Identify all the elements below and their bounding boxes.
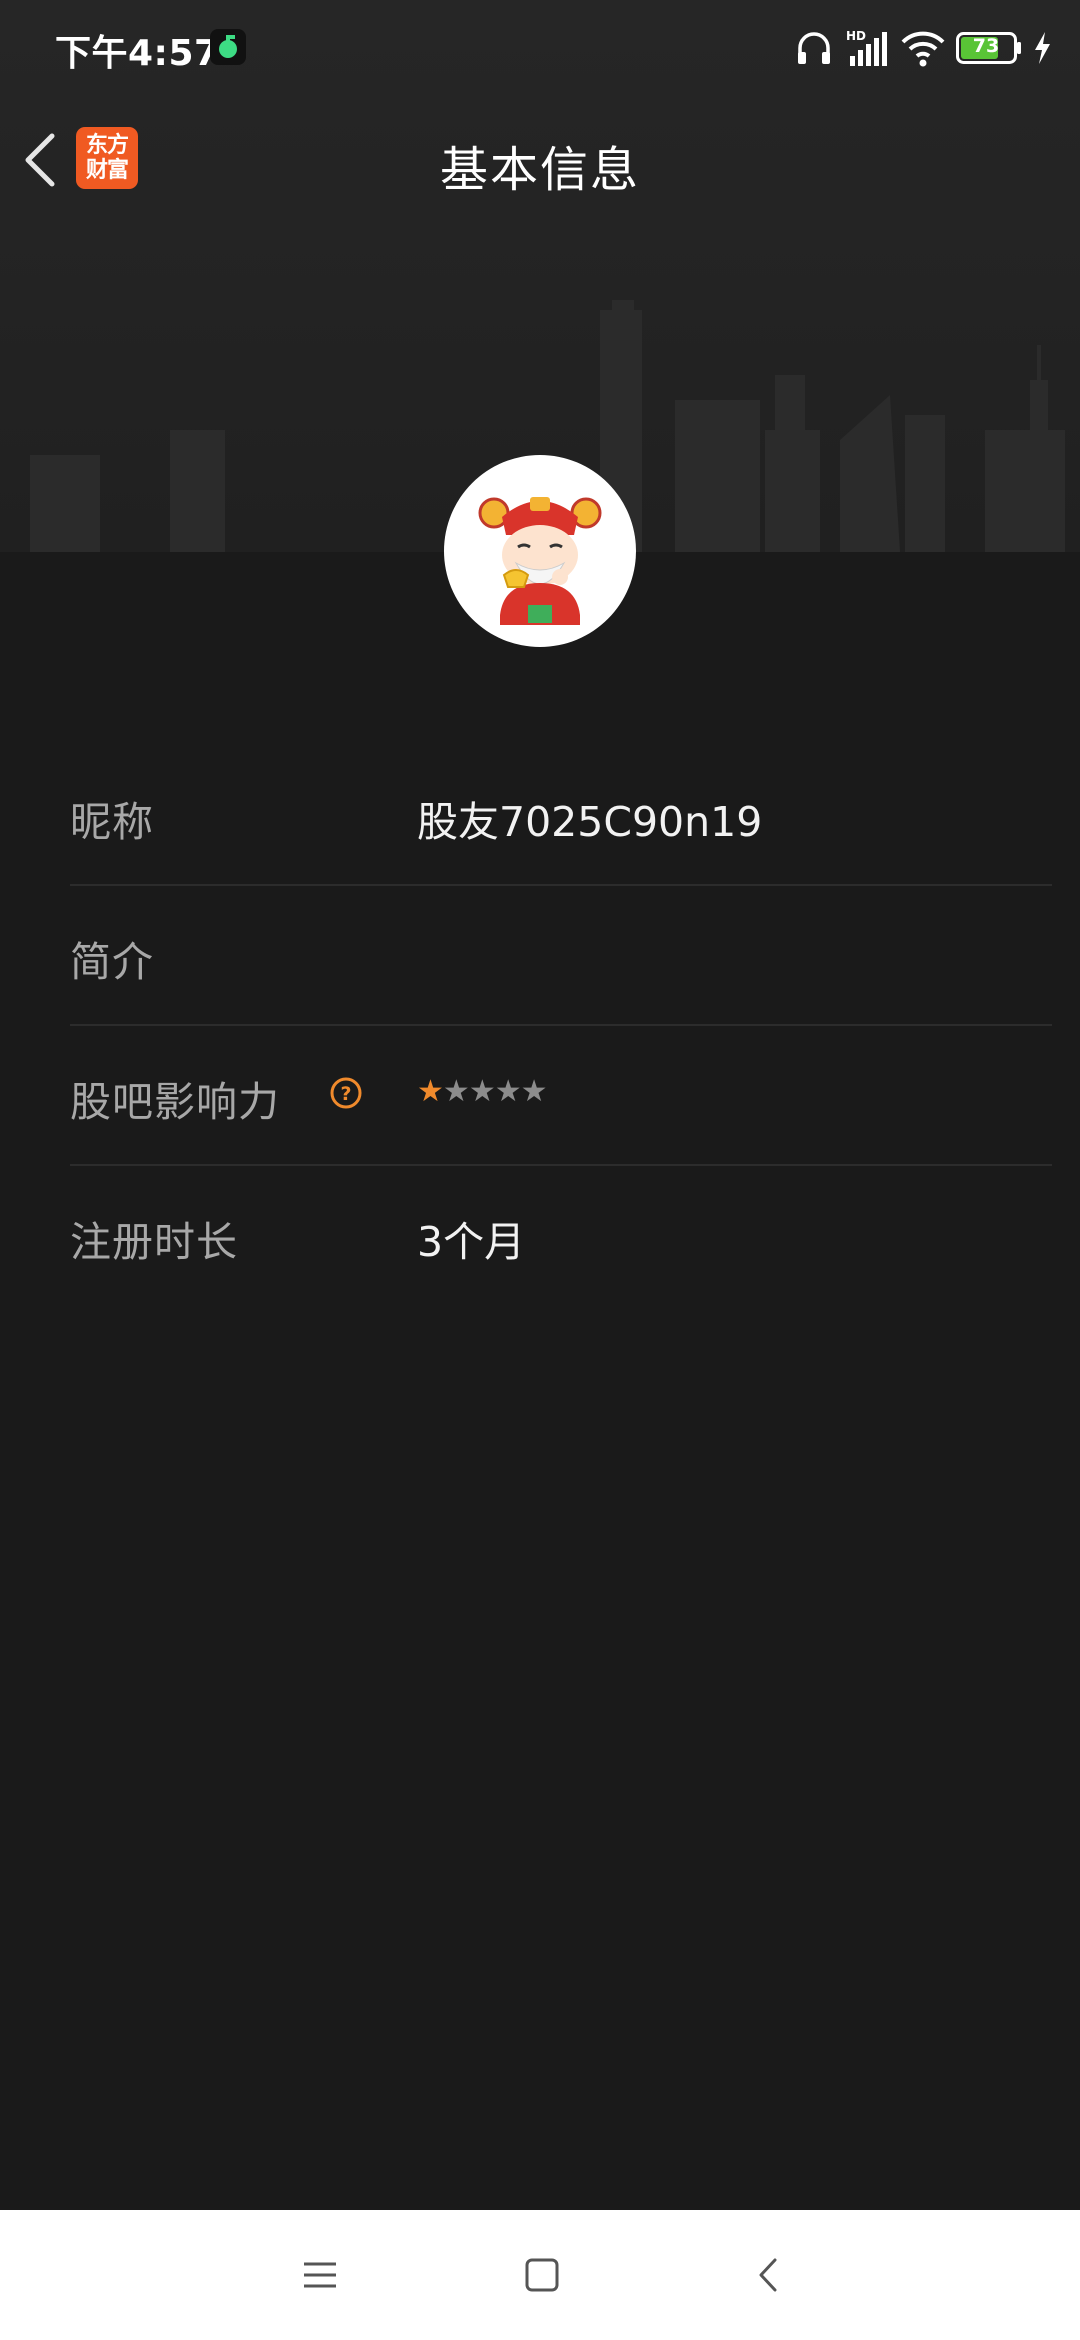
bio-row[interactable]: 简介: [70, 886, 1052, 1026]
nickname-row[interactable]: 昵称 股友7025C90n19: [70, 746, 1052, 886]
svg-text:HD: HD: [846, 29, 866, 43]
signal-icon: HD: [846, 29, 887, 66]
charging-icon: [1035, 32, 1050, 64]
profile-info-list: 昵称 股友7025C90n19 简介 股吧影响力 ? ★★★★★ 注册时长 3个…: [70, 746, 1052, 1304]
registration-row: 注册时长 3个月: [70, 1166, 1052, 1304]
avatar-image: [478, 497, 602, 625]
status-icons: HD 73: [794, 26, 1052, 70]
app-notification-icon: [210, 29, 246, 65]
star-empty-icon: ★: [468, 1074, 496, 1109]
battery-icon: 73: [956, 32, 1022, 64]
back-nav-icon[interactable]: [745, 2250, 795, 2300]
registration-label: 注册时长: [70, 1218, 238, 1266]
menu-icon[interactable]: [295, 2250, 345, 2300]
star-empty-icon: ★: [442, 1074, 470, 1109]
home-icon[interactable]: [517, 2250, 567, 2300]
nav-bar: 东方财富 基本信息: [0, 110, 1080, 210]
status-time: 下午4:57: [55, 33, 220, 74]
nickname-label: 昵称: [70, 798, 154, 846]
system-nav-bar: [0, 2210, 1080, 2340]
status-bar: 下午4:57 HD 73: [0, 0, 1080, 96]
help-icon[interactable]: ?: [329, 1076, 363, 1110]
headphones-icon: [798, 32, 830, 64]
wifi-icon: [901, 31, 945, 67]
influence-label: 股吧影响力: [70, 1078, 280, 1126]
nickname-value: 股友7025C90n19: [417, 798, 763, 846]
page-title: 基本信息: [439, 142, 640, 198]
battery-level: 73: [972, 35, 1000, 57]
avatar[interactable]: [444, 455, 636, 647]
influence-row: 股吧影响力 ? ★★★★★: [70, 1026, 1052, 1166]
star-empty-icon: ★: [520, 1074, 548, 1109]
star-empty-icon: ★: [494, 1074, 522, 1109]
influence-rating: ★★★★★: [417, 1074, 548, 1109]
svg-text:?: ?: [340, 1083, 351, 1105]
bio-label: 简介: [70, 938, 154, 986]
registration-value: 3个月: [417, 1218, 526, 1266]
star-filled-icon: ★: [417, 1074, 444, 1109]
screen: 下午4:57 HD 73 东方财富 基本信息 昵称 股友7025C90n19 简…: [0, 0, 1080, 2340]
